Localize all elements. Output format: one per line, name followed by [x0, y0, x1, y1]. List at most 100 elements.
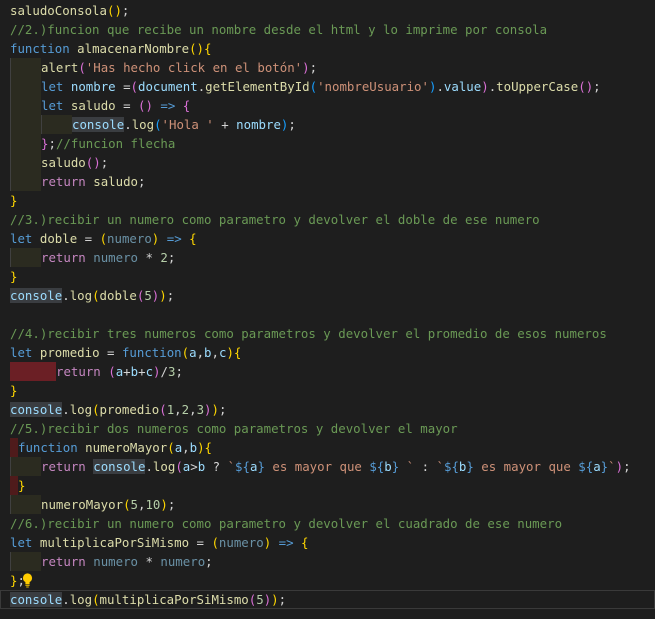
code-text: } [10, 191, 17, 210]
code-token: numero [160, 554, 206, 569]
code-token: ; [288, 117, 296, 132]
code-token: , [174, 402, 182, 417]
code-line[interactable]: console.log(promedio(1,2,3)); [0, 400, 655, 419]
code-token: //6.)recibir un numero como parametro y … [10, 516, 563, 531]
code-line[interactable]: return saludo; [0, 172, 655, 191]
code-line[interactable]: let multiplicaPorSiMismo = (numero) => { [0, 533, 655, 552]
code-token: console [72, 117, 125, 132]
code-token: console [10, 402, 63, 417]
lightbulb-icon[interactable] [22, 573, 33, 588]
code-text: return saludo; [41, 172, 145, 191]
code-editor[interactable]: saludoConsola();//2.)funcion que recibe … [0, 0, 655, 619]
code-token: ) [160, 497, 168, 512]
code-text: saludo(); [41, 153, 108, 172]
code-token: console [93, 459, 146, 474]
code-line[interactable]: function numeroMayor(a,b){ [0, 438, 655, 457]
code-line[interactable]: return (a+b+c)/3; [0, 362, 655, 381]
code-line[interactable]: console.log(doble(5)); [0, 286, 655, 305]
code-token: } [18, 478, 26, 493]
code-line[interactable]: }; [0, 571, 655, 590]
code-text: let promedio = function(a,b,c){ [10, 343, 241, 362]
code-text: return numero * 2; [41, 248, 175, 267]
code-token: return [41, 250, 86, 265]
code-token: = [115, 79, 131, 94]
code-line[interactable]: let promedio = function(a,b,c){ [0, 343, 655, 362]
code-line[interactable]: let saludo = () => { [0, 96, 655, 115]
code-token: + [213, 117, 237, 132]
indent-highlight [10, 438, 18, 457]
code-line[interactable]: //5.)recibir dos numeros como parametros… [0, 419, 655, 438]
code-token: ( [92, 592, 100, 607]
code-line[interactable]: } [0, 267, 655, 286]
code-line[interactable]: alert('Has hecho click en el botón'); [0, 58, 655, 77]
code-line[interactable]: let nombre =(document.getElementById('no… [0, 77, 655, 96]
indent-guide [41, 115, 72, 134]
code-line[interactable]: } [0, 191, 655, 210]
code-token: let [41, 79, 64, 94]
code-line[interactable]: function almacenarNombre(){ [0, 39, 655, 58]
code-line[interactable]: return numero * 2; [0, 248, 655, 267]
code-token: alert [41, 60, 79, 75]
code-token: . [145, 459, 153, 474]
code-token: numero [107, 231, 152, 246]
code-token: ( [211, 535, 219, 550]
code-token: numeroMayor [85, 440, 168, 455]
code-token: 'nombreUsuario' [317, 79, 429, 94]
code-token: c [145, 364, 154, 379]
code-line[interactable]: //4.)recibir tres numeros como parametro… [0, 324, 655, 343]
code-line[interactable] [0, 305, 655, 324]
code-line[interactable]: //2.)funcion que recibe un nombre desde … [0, 20, 655, 39]
code-token: ` [436, 459, 444, 474]
code-token: es mayor que [264, 459, 370, 474]
code-token: . [62, 402, 70, 417]
code-token: = [189, 535, 212, 550]
code-text: //5.)recibir dos numeros como parametros… [10, 419, 458, 438]
code-token: } [466, 459, 474, 474]
indent-guide [10, 552, 41, 571]
code-line[interactable]: //6.)recibir un numero como parametro y … [0, 514, 655, 533]
code-line[interactable]: } [0, 476, 655, 495]
code-text: let saludo = () => { [41, 96, 190, 115]
code-token: doble [39, 231, 78, 246]
code-text: //3.)recibir un numero como parametro y … [10, 210, 540, 229]
code-token: ` [399, 459, 415, 474]
code-token: ; [48, 136, 56, 151]
code-token: ( [130, 79, 139, 94]
code-line[interactable]: return console.log(a>b ? `${a} es mayor … [0, 457, 655, 476]
code-token: nombre [70, 79, 116, 94]
code-line[interactable]: saludo(); [0, 153, 655, 172]
code-line[interactable]: console.log('Hola ' + nombre); [0, 115, 655, 134]
code-token: ){ [197, 440, 213, 455]
code-line[interactable]: } [0, 381, 655, 400]
code-line[interactable]: };//funcion flecha [0, 134, 655, 153]
code-token: a [189, 345, 197, 360]
code-line[interactable]: //3.)recibir un numero como parametro y … [0, 210, 655, 229]
code-token: => [278, 535, 294, 550]
code-token: ; [309, 60, 318, 75]
code-token: function [10, 41, 70, 56]
code-token: multiplicaPorSiMismo [39, 535, 190, 550]
code-text: };//funcion flecha [41, 134, 175, 153]
code-token: { [189, 231, 197, 246]
code-token: log [131, 117, 155, 132]
code-token: let [10, 231, 33, 246]
code-token: promedio [39, 345, 100, 360]
code-line[interactable]: return numero * numero; [0, 552, 655, 571]
indent-guide [10, 153, 41, 172]
code-token: * [138, 250, 161, 265]
code-line[interactable]: console.log(multiplicaPorSiMismo(5)); [0, 590, 655, 609]
code-token: { [301, 535, 309, 550]
code-token: , [189, 402, 197, 417]
code-text: let doble = (numero) => { [10, 229, 197, 248]
code-line[interactable]: saludoConsola(); [0, 1, 655, 20]
code-text: } [10, 381, 17, 400]
code-line[interactable]: numeroMayor(5,10); [0, 495, 655, 514]
code-token: . [436, 79, 444, 94]
code-token: console [10, 592, 63, 607]
code-token: ) [153, 364, 161, 379]
code-text: } [10, 267, 17, 286]
code-token: ) [481, 79, 489, 94]
code-line[interactable]: let doble = (numero) => { [0, 229, 655, 248]
